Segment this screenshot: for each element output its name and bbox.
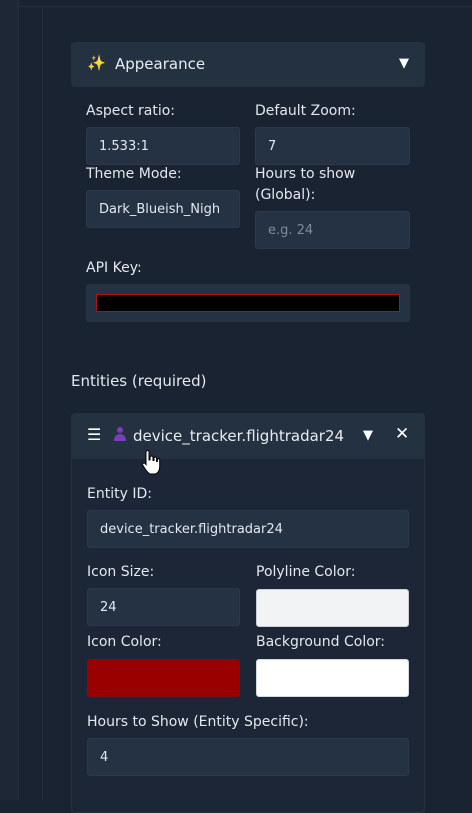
entity-title: device_tracker.flightradar24	[133, 427, 345, 445]
chevron-down-icon[interactable]: ▼	[399, 56, 409, 71]
appearance-section-header[interactable]: ✨ Appearance ▼	[71, 42, 425, 87]
theme-mode-label: Theme Mode:	[86, 166, 182, 182]
default-zoom-input[interactable]: 7	[255, 127, 410, 165]
icon-size-input[interactable]: 24	[87, 588, 240, 626]
entity-card-header[interactable]: ☰ device_tracker.flightradar24 ▼ ✕	[71, 413, 425, 459]
entity-id-label: Entity ID:	[87, 486, 152, 502]
api-key-masked-value	[96, 294, 400, 312]
person-icon	[114, 427, 126, 441]
entity-hours-label: Hours to Show (Entity Specific):	[87, 714, 309, 730]
top-divider	[18, 6, 472, 7]
chevron-down-icon[interactable]: ▼	[363, 428, 373, 443]
aspect-ratio-input[interactable]: 1.533:1	[86, 127, 240, 165]
hours-global-label-line2: (Global):	[255, 187, 316, 203]
api-key-label: API Key:	[86, 260, 142, 276]
api-key-field[interactable]	[86, 284, 410, 322]
polyline-color-label: Polyline Color:	[256, 564, 356, 580]
hours-global-label-line1: Hours to show	[255, 166, 356, 182]
background-color-label: Background Color:	[256, 634, 385, 650]
appearance-title: Appearance	[115, 55, 206, 73]
icon-size-label: Icon Size:	[87, 564, 155, 580]
entity-hours-input[interactable]: 4	[87, 738, 409, 776]
icon-color-label: Icon Color:	[87, 634, 162, 650]
entities-section-label: Entities (required)	[71, 372, 207, 390]
entity-id-input[interactable]: device_tracker.flightradar24	[87, 510, 409, 548]
icon-color-picker[interactable]	[87, 659, 240, 697]
drag-handle-icon[interactable]: ☰	[87, 425, 101, 444]
sparkles-icon: ✨	[87, 54, 106, 72]
background-color-picker[interactable]	[256, 659, 409, 697]
left-rail	[0, 0, 19, 800]
close-icon[interactable]: ✕	[395, 424, 409, 444]
vertical-divider	[42, 8, 43, 800]
hand-cursor-icon	[141, 450, 161, 475]
polyline-color-picker[interactable]	[256, 589, 409, 627]
theme-mode-select[interactable]: Dark_Blueish_Nigh	[86, 190, 240, 228]
hours-global-input[interactable]: e.g. 24	[255, 211, 410, 249]
aspect-ratio-label: Aspect ratio:	[86, 103, 176, 119]
default-zoom-label: Default Zoom:	[255, 103, 356, 119]
